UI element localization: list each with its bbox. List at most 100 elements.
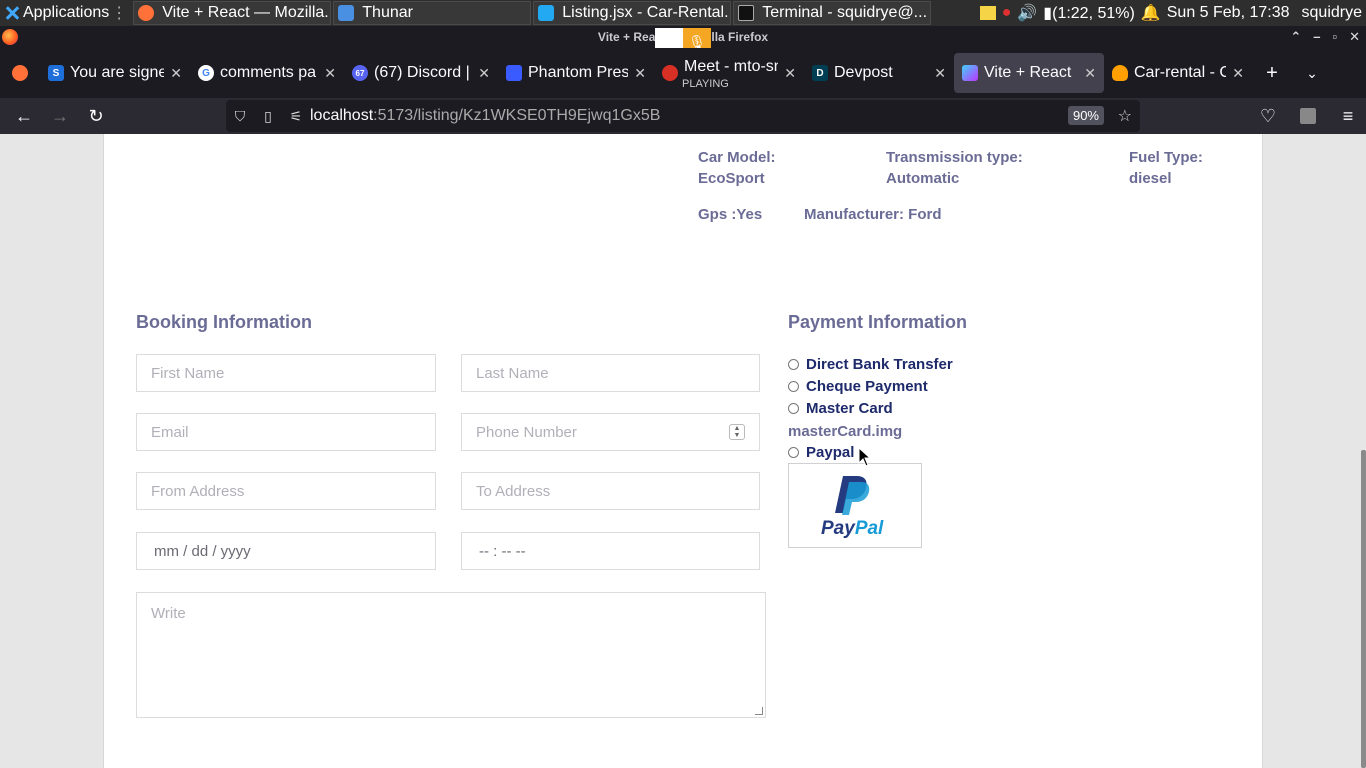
os-taskbar: Applications ⋮ Vite + React — Mozilla...… xyxy=(0,0,1366,26)
phone-number-input[interactable]: Phone Number ▲ ▼ xyxy=(461,413,760,451)
tab-meet[interactable]: Meet - mto-sn PLAYING ✕ xyxy=(654,53,804,93)
speaker-icon xyxy=(662,65,678,81)
from-address-input[interactable]: From Address xyxy=(136,472,436,510)
microphone-icon[interactable]: ● xyxy=(1002,4,1012,22)
mastercard-image-alt: masterCard.img xyxy=(788,423,903,440)
tab-close-icon[interactable]: ✕ xyxy=(324,65,336,82)
page-viewport: Car Model: EcoSport Transmission type: A… xyxy=(0,134,1366,768)
account-icon[interactable] xyxy=(1290,100,1326,132)
tab-car-rental[interactable]: Car-rental - C ✕ xyxy=(1104,53,1252,93)
url-bar[interactable]: ⛉ ▯ ⚟ localhost:5173/listing/Kz1WKSE0TH9… xyxy=(226,100,1140,132)
paypal-wordmark: PayPal xyxy=(821,518,884,539)
tab-list-chevron-icon[interactable]: ⌄ xyxy=(1292,65,1332,82)
url-text[interactable]: localhost:5173/listing/Kz1WKSE0TH9Ejwq1G… xyxy=(310,107,660,125)
navigation-toolbar: ← → ↻ ⛉ ▯ ⚟ localhost:5173/listing/Kz1WK… xyxy=(0,98,1366,134)
tab-close-icon[interactable]: ✕ xyxy=(1084,65,1096,82)
notes-icon[interactable] xyxy=(979,6,996,20)
payment-option-master-card[interactable]: Master Card xyxy=(788,400,893,417)
reload-icon[interactable]: ↻ xyxy=(78,100,114,132)
fuel-type: Fuel Type: diesel xyxy=(1129,149,1203,187)
window-minimize-icon[interactable]: – xyxy=(1313,26,1320,48)
car-model: Car Model: EcoSport xyxy=(698,149,776,187)
window-close-icon[interactable]: ✕ xyxy=(1349,26,1360,48)
forward-icon[interactable]: → xyxy=(42,100,78,132)
payment-option-bank-transfer[interactable]: Direct Bank Transfer xyxy=(788,356,953,373)
bookmark-star-icon[interactable]: ☆ xyxy=(1118,106,1132,126)
tab-signed[interactable]: S You are signe ✕ xyxy=(40,53,190,93)
tab-close-icon[interactable]: ✕ xyxy=(784,65,796,82)
battery-status[interactable]: ▮(1:22, 51%) xyxy=(1043,3,1135,23)
tab-close-icon[interactable]: ✕ xyxy=(478,65,490,82)
tab-close-icon[interactable]: ✕ xyxy=(170,65,182,82)
tab-google[interactable]: G comments pa ✕ xyxy=(190,53,344,93)
message-textarea[interactable]: Write xyxy=(136,592,766,718)
payment-option-cheque[interactable]: Cheque Payment xyxy=(788,378,928,395)
pocket-icon[interactable]: ♡ xyxy=(1250,100,1286,132)
bell-icon[interactable]: 🔔 xyxy=(1141,3,1161,23)
page-icon[interactable]: ▯ xyxy=(254,108,282,125)
radio-button[interactable] xyxy=(788,447,799,458)
time-input[interactable]: -- : -- -- xyxy=(461,532,760,570)
resize-grip-icon[interactable] xyxy=(755,707,763,715)
back-icon[interactable]: ← xyxy=(6,100,42,132)
shield-icon[interactable]: ⛉ xyxy=(226,108,254,125)
listing-card: Car Model: EcoSport Transmission type: A… xyxy=(103,134,1263,768)
last-name-input[interactable]: Last Name xyxy=(461,354,760,392)
taskbar-task-firefox[interactable]: Vite + React — Mozilla... xyxy=(133,1,332,25)
taskbar-task-thunar[interactable]: Thunar xyxy=(333,1,532,25)
battery-icon: ▮ xyxy=(1043,5,1053,22)
window-restore-icon[interactable]: ▫ xyxy=(1332,26,1337,48)
tab-strip: S You are signe ✕ G comments pa ✕ 67 (67… xyxy=(0,48,1366,98)
page-scrollbar[interactable] xyxy=(1360,134,1366,768)
system-tray: ● 🔊 ▮(1:22, 51%) 🔔 Sun 5 Feb, 17:38 squi… xyxy=(979,0,1366,26)
new-tab-button[interactable]: + xyxy=(1252,62,1292,85)
firebase-icon xyxy=(1112,65,1128,81)
window-maximize-up-icon[interactable]: ⌃ xyxy=(1290,26,1301,48)
scrollbar-thumb[interactable] xyxy=(1361,450,1366,768)
tab-close-icon[interactable]: ✕ xyxy=(634,65,646,82)
radio-button[interactable] xyxy=(788,359,799,370)
to-address-input[interactable]: To Address xyxy=(461,472,760,510)
menu-icon[interactable]: ≡ xyxy=(1330,100,1366,132)
tab-phantom[interactable]: Phantom Pres ✕ xyxy=(498,53,654,93)
zoom-level[interactable]: 90% xyxy=(1067,106,1104,125)
date-input[interactable]: mm / dd / yyyy xyxy=(136,532,436,570)
google-icon: G xyxy=(198,65,214,81)
paypal-p-icon xyxy=(835,476,870,515)
applications-menu[interactable]: Applications ⋮ xyxy=(0,0,131,26)
firefox-icon xyxy=(138,5,155,21)
folder-icon xyxy=(338,5,355,21)
gps-spec: Gps :Yes xyxy=(698,206,763,223)
transmission-type: Transmission type: Automatic xyxy=(886,149,1023,187)
phantom-icon xyxy=(506,65,522,81)
permissions-icon[interactable]: ⚟ xyxy=(282,108,310,125)
taskbar-task-vscode[interactable]: Listing.jsx - Car-Rental... xyxy=(533,1,732,25)
discord-icon: 67 xyxy=(352,65,368,81)
vscode-icon xyxy=(538,5,555,21)
paypal-logo: PayPal xyxy=(788,463,922,548)
mouse-cursor-icon xyxy=(858,447,872,467)
taskbar-task-terminal[interactable]: Terminal - squidrye@... xyxy=(733,1,932,25)
tab-favicon-icon: S xyxy=(48,65,64,81)
radio-button[interactable] xyxy=(788,403,799,414)
number-spinner-icon[interactable]: ▲ ▼ xyxy=(729,424,745,440)
radio-button[interactable] xyxy=(788,381,799,392)
payment-info-title: Payment Information xyxy=(788,312,968,332)
user-name[interactable]: squidrye xyxy=(1302,4,1362,22)
tab-devpost[interactable]: D Devpost ✕ xyxy=(804,53,954,93)
clock[interactable]: Sun 5 Feb, 17:38 xyxy=(1167,4,1290,22)
firefox-view-icon[interactable] xyxy=(0,57,40,89)
firefox-logo-icon xyxy=(2,29,18,45)
booking-info-title: Booking Information xyxy=(136,312,312,332)
manufacturer-spec: Manufacturer: Ford xyxy=(804,206,942,223)
tab-discord[interactable]: 67 (67) Discord | ✕ xyxy=(344,53,498,93)
email-input[interactable]: Email xyxy=(136,413,436,451)
terminal-icon xyxy=(738,5,755,21)
first-name-input[interactable]: First Name xyxy=(136,354,436,392)
tab-close-icon[interactable]: ✕ xyxy=(1232,65,1244,82)
volume-icon[interactable]: 🔊 xyxy=(1017,3,1037,23)
payment-option-paypal[interactable]: Paypal xyxy=(788,444,854,461)
tab-vite-react[interactable]: Vite + React ✕ xyxy=(954,53,1104,93)
devpost-icon: D xyxy=(812,65,828,81)
tab-close-icon[interactable]: ✕ xyxy=(934,65,946,82)
